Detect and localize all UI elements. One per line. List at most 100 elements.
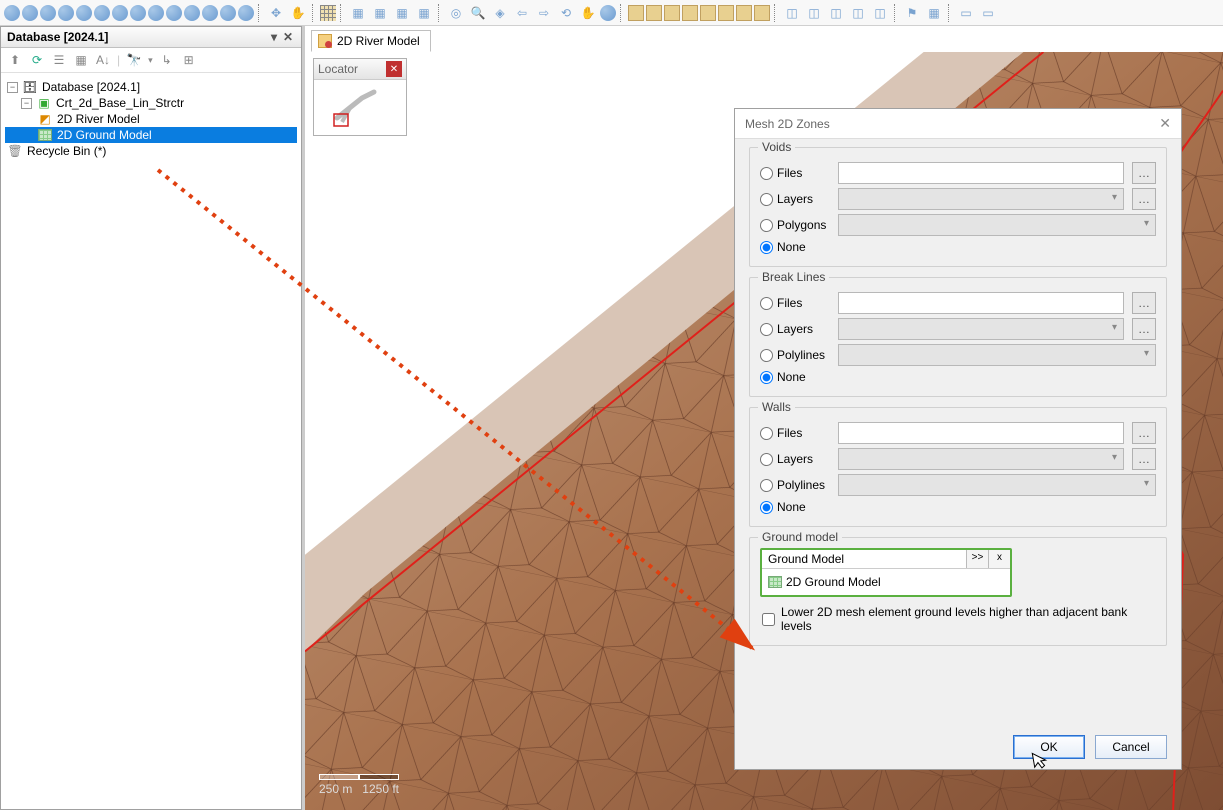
tool-icon[interactable]: ◫ — [782, 3, 802, 23]
tool-icon[interactable]: ▭ — [978, 3, 998, 23]
drop-clear-button[interactable]: x — [988, 550, 1010, 568]
tree-river-model[interactable]: ◩ 2D River Model — [5, 111, 297, 127]
tool-icon[interactable]: ◫ — [804, 3, 824, 23]
voids-layers-browse-button[interactable]: … — [1132, 188, 1156, 210]
hand-icon[interactable]: ✋ — [288, 3, 308, 23]
palette-icon[interactable] — [682, 5, 698, 21]
grid-icon[interactable]: ▦ — [73, 52, 89, 68]
dialog-titlebar[interactable]: Mesh 2D Zones ✕ — [735, 109, 1181, 139]
toolbar-icon[interactable] — [40, 5, 56, 21]
tree-project[interactable]: − ▣ Crt_2d_Base_Lin_Strctr — [5, 95, 297, 111]
toolbar-icon[interactable] — [238, 5, 254, 21]
locator-close-icon[interactable]: ✕ — [386, 61, 402, 77]
grid-icon[interactable]: ▦ — [924, 3, 944, 23]
tool-icon[interactable]: ◫ — [826, 3, 846, 23]
up-arrow-icon[interactable]: ⬆ — [7, 52, 23, 68]
locator-map[interactable] — [314, 79, 406, 135]
panel-menu-icon[interactable]: ▾ — [267, 30, 281, 44]
palette-icon[interactable] — [646, 5, 662, 21]
breaklines-layers-radio[interactable]: Layers — [760, 322, 830, 336]
walls-layers-browse-button[interactable]: … — [1132, 448, 1156, 470]
hand-icon[interactable]: ✋ — [578, 3, 598, 23]
panel-close-icon[interactable]: ✕ — [281, 30, 295, 44]
voids-polygons-radio[interactable]: Polygons — [760, 218, 830, 232]
list-icon[interactable]: ☰ — [51, 52, 67, 68]
breaklines-files-browse-button[interactable]: … — [1132, 292, 1156, 314]
lower-mesh-checkbox[interactable] — [762, 613, 775, 626]
grid-icon[interactable] — [320, 5, 336, 21]
expander-icon[interactable]: − — [7, 82, 18, 93]
refresh-icon[interactable]: ⟳ — [29, 52, 45, 68]
walls-files-radio[interactable]: Files — [760, 426, 830, 440]
tree-recycle-bin[interactable]: 🗑 Recycle Bin (*) — [5, 143, 297, 159]
palette-icon[interactable] — [718, 5, 734, 21]
toolbar-icon[interactable] — [220, 5, 236, 21]
export-icon[interactable]: ↳ — [159, 52, 175, 68]
toolbar-icon[interactable] — [184, 5, 200, 21]
toolbar-icon[interactable] — [130, 5, 146, 21]
toolbar-icon[interactable] — [58, 5, 74, 21]
voids-files-input[interactable] — [838, 162, 1124, 184]
breaklines-files-radio[interactable]: Files — [760, 296, 830, 310]
voids-files-browse-button[interactable]: … — [1132, 162, 1156, 184]
breaklines-files-input[interactable] — [838, 292, 1124, 314]
breaklines-layers-combo[interactable] — [838, 318, 1124, 340]
sort-icon[interactable]: A↓ — [95, 52, 111, 68]
target-icon[interactable]: ◎ — [446, 3, 466, 23]
voids-polygons-combo[interactable] — [838, 214, 1156, 236]
map-tab[interactable]: 2D River Model — [311, 30, 431, 52]
voids-files-radio[interactable]: Files — [760, 166, 830, 180]
toolbar-icon[interactable] — [22, 5, 38, 21]
nav-icon[interactable]: ⇨ — [534, 3, 554, 23]
find-icon[interactable]: 🔭 — [126, 52, 142, 68]
toolbar-icon[interactable] — [148, 5, 164, 21]
tool-icon[interactable]: ◫ — [848, 3, 868, 23]
layer-icon[interactable]: ▦ — [348, 3, 368, 23]
cancel-button[interactable]: Cancel — [1095, 735, 1167, 759]
zoom-icon[interactable]: 🔍 — [468, 3, 488, 23]
walls-polylines-radio[interactable]: Polylines — [760, 478, 830, 492]
ground-model-drop-target[interactable]: Ground Model >> x 2D Ground Model — [760, 548, 1012, 597]
expander-icon[interactable]: − — [21, 98, 32, 109]
tree-ground-model[interactable]: 2D Ground Model — [5, 127, 297, 143]
flag-icon[interactable]: ⚑ — [902, 3, 922, 23]
walls-none-radio[interactable]: None — [760, 500, 830, 514]
palette-icon[interactable] — [664, 5, 680, 21]
layer-icon[interactable]: ▦ — [392, 3, 412, 23]
breaklines-none-radio[interactable]: None — [760, 370, 830, 384]
toolbar-icon[interactable] — [94, 5, 110, 21]
palette-icon[interactable] — [700, 5, 716, 21]
walls-polylines-combo[interactable] — [838, 474, 1156, 496]
dialog-close-icon[interactable]: ✕ — [1159, 115, 1171, 132]
toolbar-icon[interactable] — [202, 5, 218, 21]
layer-icon[interactable]: ▦ — [370, 3, 390, 23]
nav-icon[interactable]: ⟲ — [556, 3, 576, 23]
select-icon[interactable]: ✥ — [266, 3, 286, 23]
toolbar-icon[interactable] — [76, 5, 92, 21]
nav-icon[interactable]: ⇦ — [512, 3, 532, 23]
tree-root[interactable]: − 🗄 Database [2024.1] — [5, 79, 297, 95]
breaklines-layers-browse-button[interactable]: … — [1132, 318, 1156, 340]
walls-files-input[interactable] — [838, 422, 1124, 444]
walls-layers-radio[interactable]: Layers — [760, 452, 830, 466]
palette-icon[interactable] — [736, 5, 752, 21]
breaklines-polylines-radio[interactable]: Polylines — [760, 348, 830, 362]
voids-layers-combo[interactable] — [838, 188, 1124, 210]
tool-icon[interactable]: ⊞ — [181, 52, 197, 68]
palette-icon[interactable] — [628, 5, 644, 21]
tool-icon[interactable]: ▭ — [956, 3, 976, 23]
walls-files-browse-button[interactable]: … — [1132, 422, 1156, 444]
toolbar-icon[interactable] — [112, 5, 128, 21]
breaklines-polylines-combo[interactable] — [838, 344, 1156, 366]
toolbar-icon[interactable] — [4, 5, 20, 21]
toolbar-icon[interactable] — [166, 5, 182, 21]
voids-layers-radio[interactable]: Layers — [760, 192, 830, 206]
layer-icon[interactable]: ▦ — [414, 3, 434, 23]
globe-icon[interactable] — [600, 5, 616, 21]
palette-icon[interactable] — [754, 5, 770, 21]
walls-layers-combo[interactable] — [838, 448, 1124, 470]
database-tree[interactable]: − 🗄 Database [2024.1] − ▣ Crt_2d_Base_Li… — [1, 73, 301, 809]
tool-icon[interactable]: ◫ — [870, 3, 890, 23]
drop-expand-button[interactable]: >> — [966, 550, 988, 568]
voids-none-radio[interactable]: None — [760, 240, 830, 254]
